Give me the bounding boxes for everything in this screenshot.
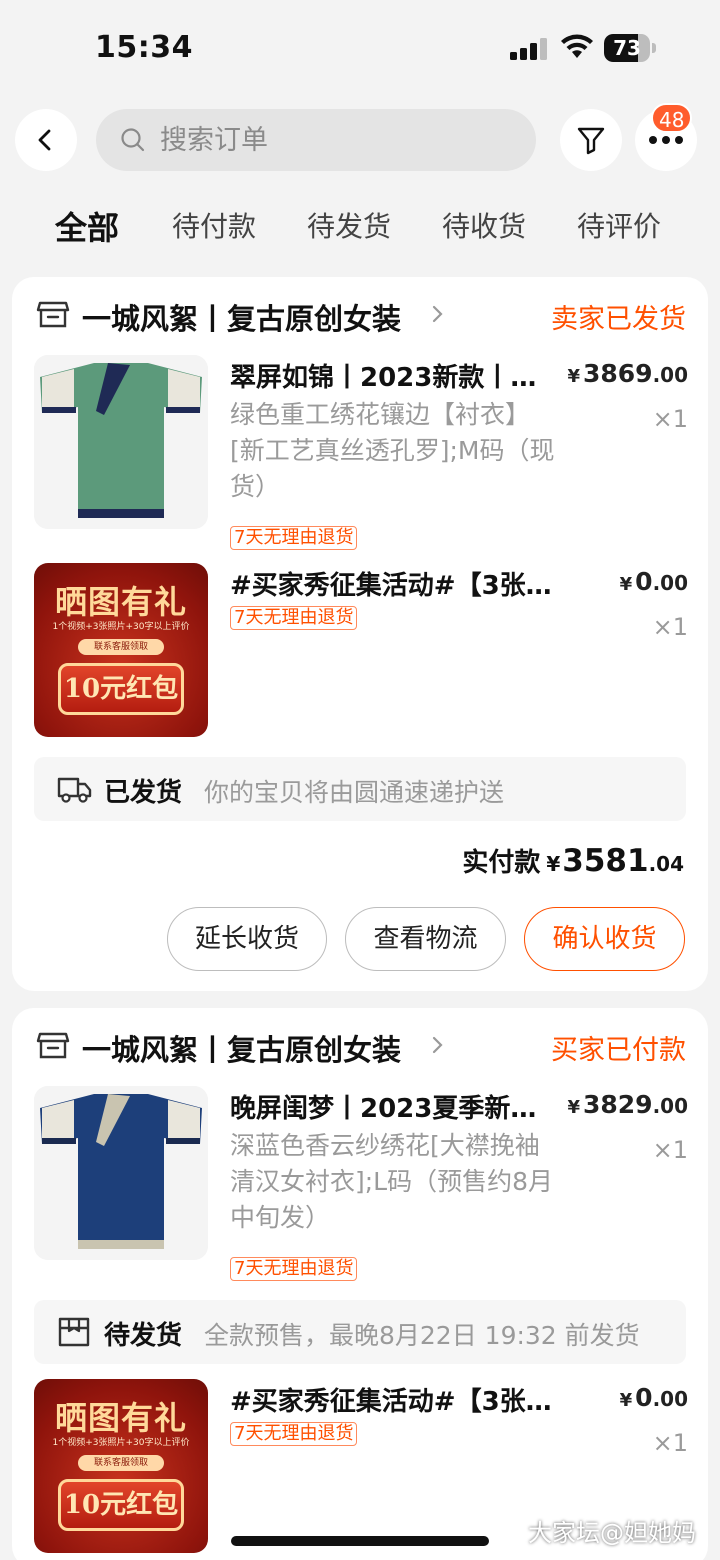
product-image — [34, 1086, 208, 1260]
list-item[interactable]: 翠屏如锦丨2023新款丨… ¥3869.00 绿色重工绣花镶边【衬衣】[新工艺真… — [34, 355, 694, 553]
shop-header[interactable]: 一城风絮丨复古原创女装 买家已付款 — [36, 1028, 686, 1068]
product-quantity: ×1 — [652, 405, 688, 433]
product-price: ¥3829.00 — [567, 1090, 688, 1119]
filter-button[interactable] — [560, 109, 622, 171]
product-price: ¥3869.00 — [567, 359, 688, 388]
notification-badge: 48 — [651, 103, 693, 133]
confirm-receipt-button[interactable]: 确认收货 — [524, 907, 685, 971]
status-time: 15:34 — [95, 30, 193, 65]
chevron-right-icon — [432, 305, 443, 323]
shipping-status: 已发货 — [104, 778, 183, 808]
chevron-right-icon — [432, 1036, 443, 1054]
promo-line: 1个视频+3张照片+30字以上评价 — [52, 622, 190, 632]
extend-receipt-button[interactable]: 延长收货 — [167, 907, 327, 971]
battery-level: 73 — [613, 36, 641, 60]
shop-icon — [36, 301, 70, 328]
return-policy-tag: 7天无理由退货 — [230, 606, 358, 630]
chevron-left-icon — [38, 129, 51, 151]
product-title: #买家秀征集活动#【3张图… — [230, 1387, 560, 1417]
home-indicator — [231, 1536, 489, 1546]
shipping-description: 全款预售，最晚8月22日 19:32 前发货 — [204, 1321, 640, 1350]
back-button[interactable] — [15, 109, 77, 171]
product-title: #买家秀征集活动#【3张图… — [230, 571, 560, 601]
view-logistics-button[interactable]: 查看物流 — [345, 907, 506, 971]
promo-title: 晒图有礼 — [54, 583, 187, 621]
product-spec: 绿色重工绣花镶边【衬衣】[新工艺真丝透孔罗];M码（现货） — [230, 400, 555, 501]
product-price: ¥0.00 — [619, 1383, 688, 1412]
promo-title: 晒图有礼 — [54, 1399, 187, 1437]
return-policy-tag: 7天无理由退货 — [230, 1257, 358, 1281]
product-image — [34, 355, 208, 529]
tab-all[interactable]: 全部 — [55, 203, 119, 249]
promo-reward: 10元红包 — [58, 1479, 184, 1531]
list-item[interactable]: 晒图有礼 1个视频+3张照片+30字以上评价 联系客服领取 10元红包 #买家秀… — [34, 563, 694, 737]
promo-contact: 联系客服领取 — [78, 1455, 164, 1471]
shipping-status: 待发货 — [104, 1321, 183, 1351]
shipping-description: 你的宝贝将由圆通速递护送 — [204, 778, 505, 807]
status-bar: 15:34 73 — [0, 0, 720, 96]
return-policy-tag: 7天无理由退货 — [230, 526, 358, 550]
order-card[interactable]: 一城风絮丨复古原创女装 买家已付款 晚屏闺梦丨2023夏季新… ¥3829.00… — [12, 1008, 708, 1560]
search-input[interactable] — [160, 124, 520, 156]
search-bar[interactable] — [96, 109, 536, 171]
search-icon — [121, 128, 145, 152]
tab-pending-review[interactable]: 待评价 — [577, 205, 661, 245]
package-icon — [58, 1317, 90, 1347]
order-total: 实付款 ¥3581.04 — [462, 843, 684, 879]
list-item[interactable]: 晚屏闺梦丨2023夏季新… ¥3829.00 深蓝色香云纱绣花[大襟挽袖清汉女衬… — [34, 1086, 694, 1284]
product-price: ¥0.00 — [619, 567, 688, 596]
order-card[interactable]: 一城风絮丨复古原创女装 卖家已发货 翠屏如锦丨2023新款丨… ¥3869.00… — [12, 277, 708, 991]
product-title: 翠屏如锦丨2023新款丨… — [230, 363, 537, 393]
product-title: 晚屏闺梦丨2023夏季新… — [230, 1094, 537, 1124]
return-policy-tag: 7天无理由退货 — [230, 1422, 358, 1446]
promo-reward: 10元红包 — [58, 663, 184, 715]
shipping-info[interactable]: 已发货 你的宝贝将由圆通速递护送 — [34, 757, 686, 821]
promo-image: 晒图有礼 1个视频+3张照片+30字以上评价 联系客服领取 10元红包 — [34, 1379, 208, 1553]
product-quantity: ×1 — [652, 1136, 688, 1164]
tab-pending-shipment[interactable]: 待发货 — [307, 205, 391, 245]
truck-icon — [57, 777, 92, 803]
order-tabs: 全部 待付款 待发货 待收货 待评价 — [0, 205, 720, 253]
order-status: 买家已付款 — [551, 1035, 686, 1066]
shipping-info[interactable]: 待发货 全款预售，最晚8月22日 19:32 前发货 — [34, 1300, 686, 1364]
tab-pending-payment[interactable]: 待付款 — [172, 205, 256, 245]
promo-line: 1个视频+3张照片+30字以上评价 — [52, 1438, 190, 1448]
cellular-signal-icon — [510, 38, 547, 60]
tab-pending-receipt[interactable]: 待收货 — [442, 205, 526, 245]
promo-contact: 联系客服领取 — [78, 639, 164, 655]
total-amount: 3581 — [562, 843, 649, 879]
watermark: 大家坛@妲她妈 — [528, 1519, 696, 1547]
shop-icon — [36, 1032, 70, 1059]
wifi-icon — [561, 34, 593, 58]
yen-symbol: ¥ — [567, 366, 580, 387]
promo-image: 晒图有礼 1个视频+3张照片+30字以上评价 联系客服领取 10元红包 — [34, 563, 208, 737]
shop-name: 一城风絮丨复古原创女装 — [82, 1033, 402, 1067]
filter-icon — [577, 127, 605, 155]
shop-name: 一城风絮丨复古原创女装 — [82, 302, 402, 336]
battery-icon: 73 — [604, 34, 656, 62]
product-quantity: ×1 — [652, 1429, 688, 1457]
product-quantity: ×1 — [652, 613, 688, 641]
more-dots-icon — [649, 136, 683, 144]
total-label: 实付款 — [462, 848, 541, 878]
product-spec: 深蓝色香云纱绣花[大襟挽袖清汉女衬衣];L码（预售约8月中旬发） — [230, 1131, 554, 1232]
shop-header[interactable]: 一城风絮丨复古原创女装 卖家已发货 — [36, 297, 686, 337]
order-status: 卖家已发货 — [551, 304, 686, 335]
